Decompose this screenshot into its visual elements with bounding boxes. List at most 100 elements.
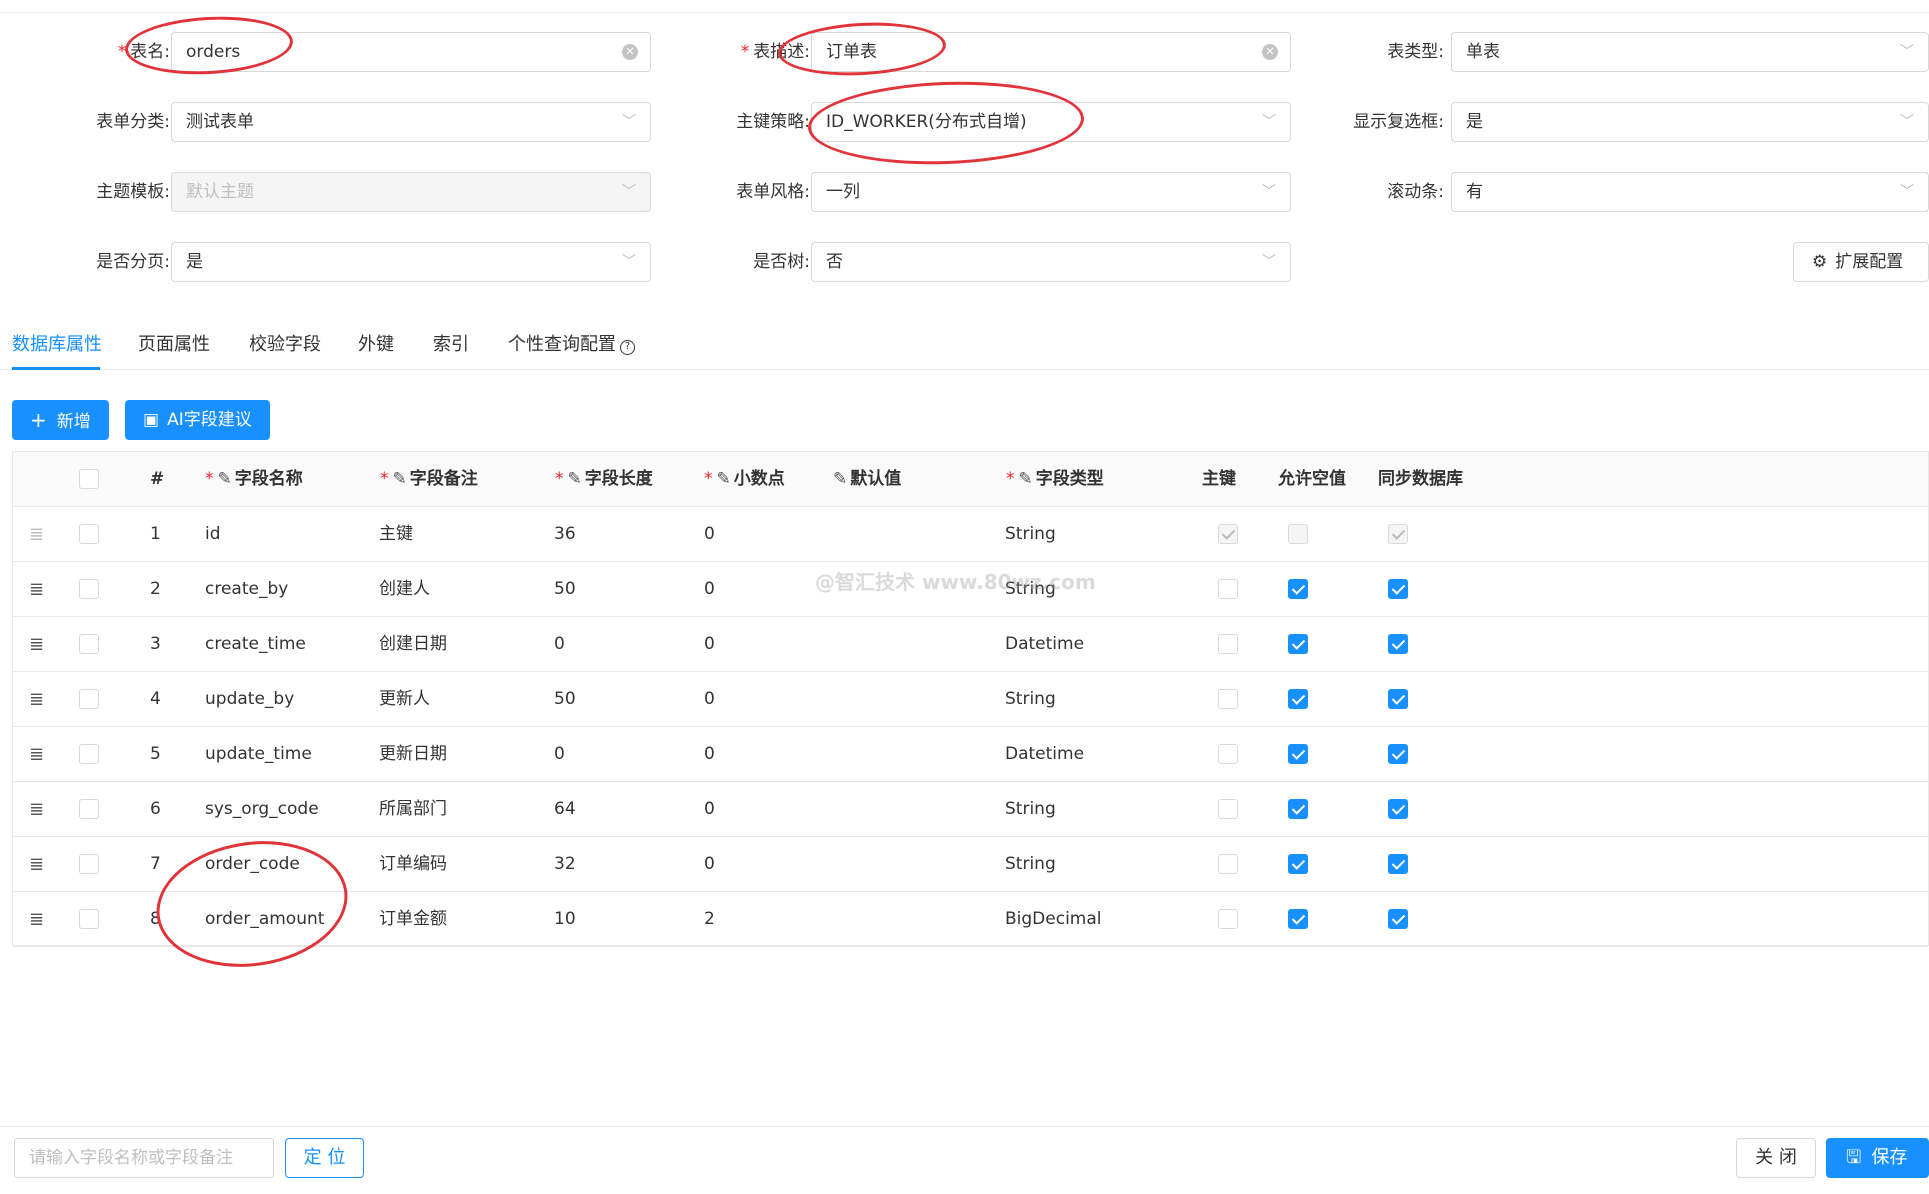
header-field-name[interactable]: * ✎ 字段名称 [205, 452, 303, 507]
tab-custom-query[interactable]: 个性查询配置? [508, 330, 635, 356]
table-row[interactable]: ≣ 5 update_time 更新日期 0 0 Datetime [13, 727, 1928, 782]
cell-decimal[interactable]: 0 [704, 562, 715, 617]
cell-decimal[interactable]: 0 [704, 727, 715, 782]
cell-field-name[interactable]: create_by [205, 562, 288, 617]
cell-field-type[interactable]: Datetime [1005, 617, 1084, 672]
extend-config-button[interactable]: ⚙ 扩展配置 [1793, 242, 1929, 282]
scrollbar-select[interactable]: 有 ﹀ [1451, 172, 1929, 212]
pk-checkbox[interactable] [1218, 854, 1238, 874]
cell-field-comment[interactable]: 创建日期 [379, 617, 447, 672]
pk-checkbox[interactable] [1218, 909, 1238, 929]
sync-db-checkbox[interactable] [1388, 744, 1408, 764]
sync-db-checkbox[interactable] [1388, 799, 1408, 819]
cell-field-type[interactable]: String [1005, 507, 1056, 562]
cell-field-type[interactable]: BigDecimal [1005, 892, 1102, 947]
pk-checkbox[interactable] [1218, 799, 1238, 819]
cell-field-length[interactable]: 50 [554, 672, 576, 727]
table-row[interactable]: ≣ 4 update_by 更新人 50 0 String [13, 672, 1928, 727]
pk-checkbox[interactable] [1218, 634, 1238, 654]
is-tree-select[interactable]: 否 ﹀ [811, 242, 1291, 282]
nullable-checkbox[interactable] [1288, 634, 1308, 654]
drag-handle-icon[interactable]: ≣ [29, 562, 44, 617]
form-style-select[interactable]: 一列 ﹀ [811, 172, 1291, 212]
clear-icon[interactable]: ✕ [1262, 44, 1278, 60]
table-row[interactable]: ≣ 3 create_time 创建日期 0 0 Datetime [13, 617, 1928, 672]
table-row[interactable]: ≣ 1 id 主键 36 0 String [13, 507, 1928, 562]
nullable-checkbox[interactable] [1288, 909, 1308, 929]
nullable-checkbox[interactable] [1288, 689, 1308, 709]
locate-button[interactable]: 定 位 [285, 1138, 364, 1178]
pk-checkbox[interactable] [1218, 689, 1238, 709]
cell-field-length[interactable]: 50 [554, 562, 576, 617]
cell-decimal[interactable]: 0 [704, 507, 715, 562]
cell-field-comment[interactable]: 订单编码 [379, 837, 447, 892]
row-select-checkbox[interactable] [79, 689, 99, 709]
sync-db-checkbox[interactable] [1388, 579, 1408, 599]
cell-decimal[interactable]: 0 [704, 617, 715, 672]
ai-suggest-button[interactable]: ▣ AI字段建议 [125, 400, 270, 440]
pk-checkbox[interactable] [1218, 579, 1238, 599]
add-button[interactable]: + 新增 [12, 400, 109, 440]
drag-handle-icon[interactable]: ≣ [29, 837, 44, 892]
tab-foreign-key[interactable]: 外键 [358, 330, 394, 356]
cell-field-length[interactable]: 10 [554, 892, 576, 947]
cell-decimal[interactable]: 2 [704, 892, 715, 947]
cell-field-name[interactable]: create_time [205, 617, 306, 672]
nullable-checkbox[interactable] [1288, 854, 1308, 874]
cell-field-type[interactable]: String [1005, 837, 1056, 892]
cell-field-length[interactable]: 64 [554, 782, 576, 837]
header-field-length[interactable]: * ✎ 字段长度 [555, 452, 653, 507]
nullable-checkbox[interactable] [1288, 579, 1308, 599]
tab-page-properties[interactable]: 页面属性 [138, 330, 210, 356]
table-type-select[interactable]: 单表 ﹀ [1451, 32, 1929, 72]
cell-field-length[interactable]: 32 [554, 837, 576, 892]
cell-field-length[interactable]: 0 [554, 727, 565, 782]
show-checkbox-select[interactable]: 是 ﹀ [1451, 102, 1929, 142]
cell-field-name[interactable]: update_by [205, 672, 294, 727]
cell-field-name[interactable]: id [205, 507, 221, 562]
drag-handle-icon[interactable]: ≣ [29, 892, 44, 947]
table-row[interactable]: ≣ 6 sys_org_code 所属部门 64 0 String [13, 782, 1928, 837]
cell-field-comment[interactable]: 主键 [379, 507, 413, 562]
drag-handle-icon[interactable]: ≣ [29, 782, 44, 837]
cell-field-type[interactable]: String [1005, 782, 1056, 837]
paging-select[interactable]: 是 ﹀ [171, 242, 651, 282]
sync-db-checkbox[interactable] [1388, 634, 1408, 654]
nullable-checkbox[interactable] [1288, 799, 1308, 819]
cell-field-length[interactable]: 36 [554, 507, 576, 562]
nullable-checkbox[interactable] [1288, 744, 1308, 764]
close-button[interactable]: 关 闭 [1736, 1138, 1816, 1178]
row-select-checkbox[interactable] [79, 524, 99, 544]
tab-validation-fields[interactable]: 校验字段 [249, 330, 321, 356]
drag-handle-icon[interactable]: ≣ [29, 617, 44, 672]
select-all-checkbox[interactable] [79, 469, 99, 489]
header-default-value[interactable]: ✎ 默认值 [833, 452, 901, 507]
row-select-checkbox[interactable] [79, 909, 99, 929]
save-button[interactable]: 🖫 保存 [1826, 1138, 1929, 1178]
header-field-type[interactable]: * ✎ 字段类型 [1006, 452, 1104, 507]
cell-field-name[interactable]: sys_org_code [205, 782, 319, 837]
cell-field-name[interactable]: update_time [205, 727, 312, 782]
cell-field-type[interactable]: Datetime [1005, 727, 1084, 782]
drag-handle-icon[interactable]: ≣ [29, 507, 44, 562]
sync-db-checkbox[interactable] [1388, 909, 1408, 929]
cell-decimal[interactable]: 0 [704, 837, 715, 892]
clear-icon[interactable]: ✕ [622, 44, 638, 60]
pk-checkbox[interactable] [1218, 744, 1238, 764]
cell-field-length[interactable]: 0 [554, 617, 565, 672]
drag-handle-icon[interactable]: ≣ [29, 727, 44, 782]
tab-index[interactable]: 索引 [433, 330, 469, 356]
sync-db-checkbox[interactable] [1388, 854, 1408, 874]
cell-field-comment[interactable]: 更新日期 [379, 727, 447, 782]
cell-field-type[interactable]: String [1005, 672, 1056, 727]
row-select-checkbox[interactable] [79, 744, 99, 764]
field-search-input[interactable]: 请输入字段名称或字段备注 [14, 1138, 274, 1178]
cell-decimal[interactable]: 0 [704, 782, 715, 837]
tab-db-properties[interactable]: 数据库属性 [12, 330, 102, 356]
row-select-checkbox[interactable] [79, 579, 99, 599]
cell-field-comment[interactable]: 所属部门 [379, 782, 447, 837]
header-field-comment[interactable]: * ✎ 字段备注 [380, 452, 478, 507]
row-select-checkbox[interactable] [79, 854, 99, 874]
row-select-checkbox[interactable] [79, 799, 99, 819]
header-decimal[interactable]: * ✎ 小数点 [704, 452, 785, 507]
